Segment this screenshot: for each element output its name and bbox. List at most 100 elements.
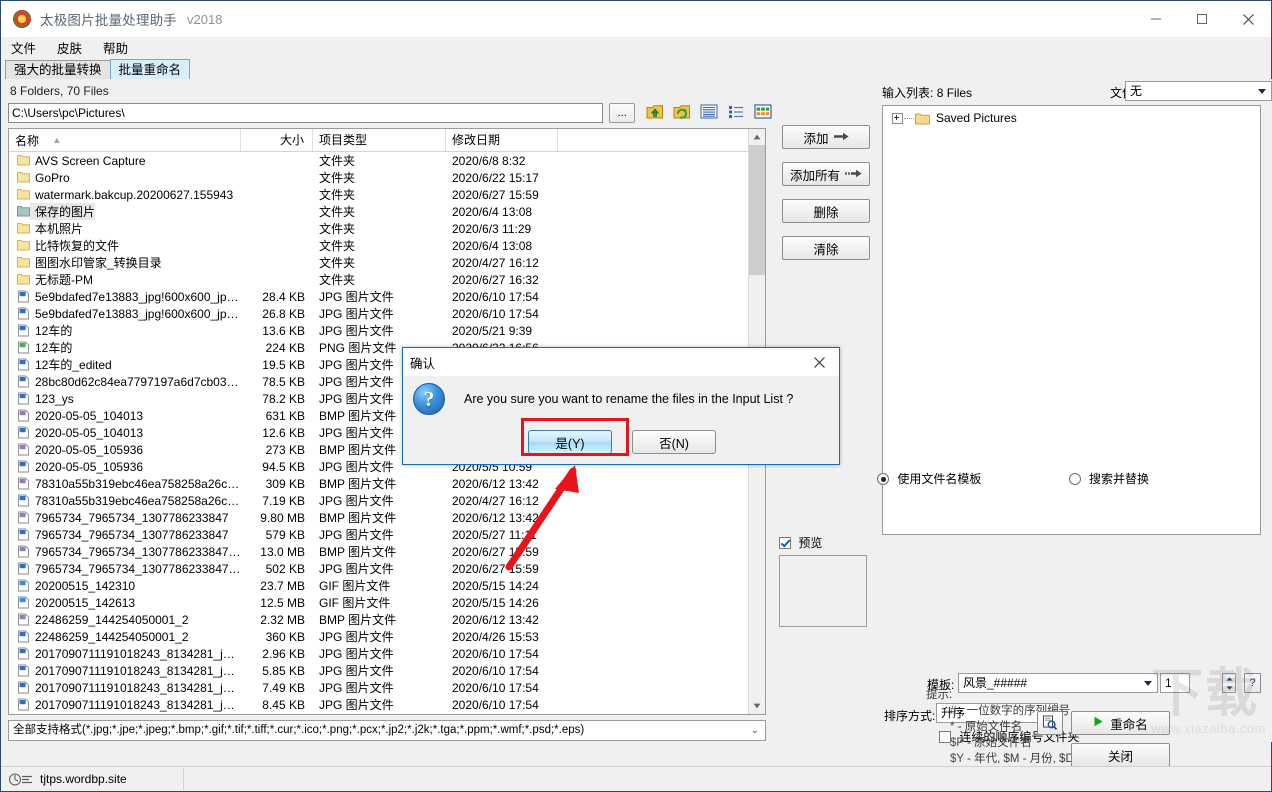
maximize-button[interactable] bbox=[1179, 1, 1225, 37]
add-button[interactable]: 添加 bbox=[782, 125, 870, 149]
thumbnails-view-icon[interactable] bbox=[754, 104, 772, 122]
table-row[interactable]: 2017090711191018243_8134281_jpg_4 8.45 KB… bbox=[9, 696, 765, 713]
add-all-button[interactable]: 添加所有 bbox=[782, 162, 870, 186]
tab-batch-rename[interactable]: 批量重命名 bbox=[109, 59, 191, 79]
file-type: BMP 图片文件 bbox=[319, 477, 397, 491]
table-row[interactable]: 7965734_7965734_1307786233847 579 KB JPG 图… bbox=[9, 526, 765, 543]
file-filter-value: 全部支持格式(*.jpg;*.jpe;*.jpeg;*.bmp;*.gif;*.… bbox=[13, 724, 585, 736]
jpg-file-icon bbox=[17, 460, 30, 473]
file-name: 22486259_144254050001_2 bbox=[35, 612, 189, 627]
file-filter-combo[interactable]: 全部支持格式(*.jpg;*.jpe;*.jpeg;*.bmp;*.gif;*.… bbox=[8, 720, 766, 741]
table-row[interactable]: 7965734_7965734_1307786233847_… 502 KB JPG… bbox=[9, 560, 765, 577]
mode-template-radio[interactable] bbox=[877, 473, 889, 485]
preview-checkbox-row[interactable]: 预览 bbox=[779, 534, 867, 551]
table-row[interactable]: AVS Screen Capture 文件夹 2020/6/8 8:32 bbox=[9, 152, 765, 169]
column-header-spacer bbox=[558, 129, 765, 151]
file-type: JPG 图片文件 bbox=[319, 290, 394, 304]
table-row[interactable]: 12车的 13.6 KB JPG 图片文件 2020/5/21 9:39 bbox=[9, 322, 765, 339]
table-row[interactable]: 保存的图片 文件夹 2020/6/4 13:08 bbox=[9, 203, 765, 220]
preview-checkbox[interactable] bbox=[779, 537, 791, 549]
table-row[interactable]: 22486259_144254050001_2 2.32 MB BMP 图片文件 20… bbox=[9, 611, 765, 628]
file-size: 9.80 MB bbox=[260, 510, 305, 525]
table-row[interactable]: 20200515_142613 12.5 MB GIF 图片文件 2020/5/15 … bbox=[9, 594, 765, 611]
browse-button[interactable]: ... bbox=[609, 103, 635, 123]
minimize-button[interactable] bbox=[1133, 1, 1179, 37]
scroll-up-button[interactable] bbox=[749, 129, 765, 145]
preview-magnifier-icon[interactable] bbox=[1037, 711, 1063, 735]
counter-spinner[interactable] bbox=[1222, 673, 1236, 693]
window-version: v2018 bbox=[187, 11, 223, 27]
scroll-down-button[interactable] bbox=[749, 698, 765, 714]
table-row[interactable]: GoPro 文件夹 2020/6/22 15:17 bbox=[9, 169, 765, 186]
mode-search-replace-radio-wrap[interactable]: 搜索并替换 bbox=[1068, 472, 1149, 486]
scrollbar-thumb[interactable] bbox=[749, 145, 765, 275]
expand-plus-icon[interactable] bbox=[892, 112, 903, 124]
file-name: 7965734_7965734_1307786233847_… bbox=[35, 561, 241, 576]
column-header-type[interactable]: 项目类型 bbox=[313, 129, 446, 151]
file-name: 2020-05-05_105936 bbox=[35, 442, 144, 457]
table-row[interactable]: 78310a55b319ebc46ea758258a26cff… 309 KB BM… bbox=[9, 475, 765, 492]
table-row[interactable]: 2017090711191018243_9733312_jpg_12.98 KB… bbox=[9, 713, 765, 714]
dialog-title: 确认 bbox=[410, 356, 436, 371]
folder-icon bbox=[17, 273, 30, 286]
file-type: 文件夹 bbox=[319, 239, 356, 253]
menu-item-skin[interactable]: 皮肤 bbox=[55, 37, 84, 58]
file-size: 5.85 KB bbox=[262, 663, 305, 678]
tree-item[interactable]: Saved Pictures bbox=[883, 109, 1260, 127]
template-help-button[interactable]: ? bbox=[1244, 673, 1261, 693]
jpg-file-icon bbox=[17, 358, 30, 371]
refresh-folder-icon[interactable] bbox=[673, 104, 691, 123]
table-row[interactable]: 7965734_7965734_1307786233847_… 13.0 MB BM… bbox=[9, 543, 765, 560]
sort-ascending-icon: ▲ bbox=[52, 135, 62, 145]
table-row[interactable]: 78310a55b319ebc46ea758258a26cff… 7.19 KB J… bbox=[9, 492, 765, 509]
clear-button[interactable]: 清除 bbox=[782, 236, 870, 260]
table-row[interactable]: 比特恢复的文件 文件夹 2020/6/4 13:08 bbox=[9, 237, 765, 254]
table-row[interactable]: 图图水印管家_转换目录 文件夹 2020/4/27 16:12 bbox=[9, 254, 765, 271]
rename-button[interactable]: 重命名 bbox=[1071, 711, 1170, 735]
table-row[interactable]: 5e9bdafed7e13883_jpg!600x600_jpg_3 28.4 K… bbox=[9, 288, 765, 305]
mode-search-replace-radio[interactable] bbox=[1068, 473, 1081, 485]
file-name: 28bc80d62c84ea7797197a6d7cb03394 bbox=[35, 374, 241, 389]
counter-input[interactable]: 1 bbox=[1160, 673, 1190, 693]
column-header-name[interactable]: 名称 ▲ bbox=[9, 129, 241, 151]
sort-by-combo[interactable]: 无 bbox=[1125, 81, 1272, 101]
jpg-file-icon bbox=[17, 698, 30, 711]
list-view-icon[interactable] bbox=[700, 104, 718, 122]
up-folder-icon[interactable] bbox=[646, 104, 664, 123]
delete-button[interactable]: 删除 bbox=[782, 199, 870, 223]
tab-batch-convert[interactable]: 强大的批量转换 bbox=[5, 60, 111, 79]
file-size: 13.6 KB bbox=[262, 323, 305, 338]
dialog-no-button[interactable]: 否(N) bbox=[632, 430, 716, 454]
menu-item-help[interactable]: 帮助 bbox=[101, 37, 130, 58]
spinner-up-button[interactable] bbox=[1223, 674, 1235, 683]
menu-item-file[interactable]: 文件 bbox=[9, 37, 38, 58]
file-size: 78.2 KB bbox=[262, 391, 305, 406]
path-input[interactable]: C:\Users\pc\Pictures\ bbox=[8, 103, 604, 123]
file-size: 8.45 KB bbox=[262, 697, 305, 712]
spinner-down-button[interactable] bbox=[1223, 683, 1235, 692]
dialog-close-button[interactable] bbox=[799, 348, 839, 376]
column-header-date[interactable]: 修改日期 bbox=[446, 129, 558, 151]
table-row[interactable]: 2017090711191018243_8134281_jpg_2 5.85 KB… bbox=[9, 662, 765, 679]
column-header-size[interactable]: 大小 bbox=[241, 129, 313, 151]
table-row[interactable]: watermark.bakcup.20200627.155943 文件夹 2020/… bbox=[9, 186, 765, 203]
table-row[interactable]: 本机照片 文件夹 2020/6/3 11:29 bbox=[9, 220, 765, 237]
mode-template-radio-wrap[interactable]: 使用文件名模板 bbox=[877, 472, 985, 486]
table-row[interactable]: 7965734_7965734_1307786233847 9.80 MB BMP … bbox=[9, 509, 765, 526]
table-row[interactable]: 2017090711191018243_8134281_jpg_3 7.49 KB… bbox=[9, 679, 765, 696]
table-row[interactable]: 22486259_144254050001_2 360 KB JPG 图片文件 202… bbox=[9, 628, 765, 645]
file-type: GIF 图片文件 bbox=[319, 579, 391, 593]
table-row[interactable]: 5e9bdafed7e13883_jpg!600x600_jpg_4 26.8 K… bbox=[9, 305, 765, 322]
file-size: 26.8 KB bbox=[262, 306, 305, 321]
close-button[interactable] bbox=[1225, 1, 1271, 37]
table-row[interactable]: 20200515_142310 23.7 MB GIF 图片文件 2020/5/15 … bbox=[9, 577, 765, 594]
close-panel-button[interactable]: 关闭 bbox=[1071, 743, 1170, 767]
file-type: 文件夹 bbox=[319, 188, 356, 202]
table-row[interactable]: 2017090711191018243_8134281_jpg_1 2.96 KB… bbox=[9, 645, 765, 662]
details-view-icon[interactable] bbox=[727, 104, 745, 122]
table-row[interactable]: 无标题-PM 文件夹 2020/6/27 16:32 bbox=[9, 271, 765, 288]
file-size: 360 KB bbox=[265, 629, 305, 644]
yes-button-highlight bbox=[521, 418, 629, 456]
file-name: 图图水印管家_转换目录 bbox=[35, 256, 162, 270]
jpg-file-icon bbox=[17, 681, 30, 694]
